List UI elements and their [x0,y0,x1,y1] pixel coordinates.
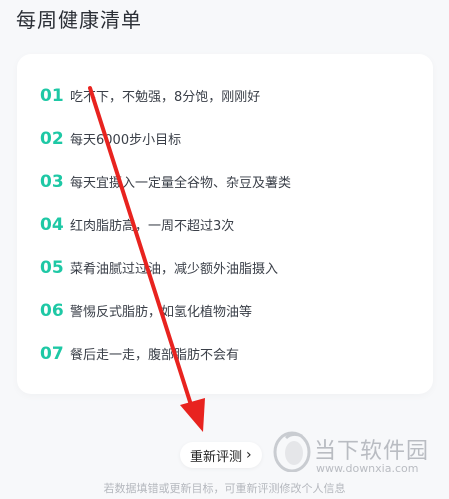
tip-text: 警惕反式脂肪，如氢化植物油等 [70,305,253,320]
health-checklist-card: 01 吃不下，不勉强，8分饱，刚刚好 02 每天6000步小目标 03 每天宜摄… [17,54,433,394]
tip-text: 红肉脂肪高，一周不超过3次 [70,219,235,234]
watermark-logo-icon [273,431,311,472]
tip-text: 吃不下，不勉强，8分饱，刚刚好 [70,90,261,105]
watermark-name: 当下软件园 [314,439,430,464]
list-item: 04 红肉脂肪高，一周不超过3次 [40,203,425,246]
tip-number: 07 [40,343,64,364]
list-item: 02 每天6000步小目标 [40,117,425,160]
list-item: 03 每天宜摄入一定量全谷物、杂豆及薯类 [40,160,425,203]
tip-number: 01 [40,85,64,106]
list-item: 07 餐后走一走，腹部脂肪不会有 [40,332,425,375]
retest-button-label: 重新评测 [190,449,243,465]
tip-number: 04 [40,214,64,235]
tip-number: 03 [40,171,64,192]
list-item: 05 菜肴油腻过过油，减少额外油脂摄入 [40,246,425,289]
page-title: 每周健康清单 [16,8,142,32]
tip-number: 06 [40,300,64,321]
watermark-url: www.downxia.com [316,462,419,475]
list-item: 06 警惕反式脂肪，如氢化植物油等 [40,289,425,332]
list-item: 01 吃不下，不勉强，8分饱，刚刚好 [40,74,425,117]
tip-text: 每天宜摄入一定量全谷物、杂豆及薯类 [70,176,292,191]
tip-number: 02 [40,128,64,149]
retest-button[interactable]: 重新评测 › [180,442,262,468]
tip-text: 每天6000步小目标 [70,133,182,148]
tip-number: 05 [40,257,64,278]
footer-hint: 若数据填错或更新目标，可重新评测修改个人信息 [103,482,346,495]
site-watermark: 当下软件园 www.downxia.com [272,430,442,482]
tip-text: 菜肴油腻过过油，减少额外油脂摄入 [70,262,279,277]
arrow-head [180,398,205,432]
tip-text: 餐后走一走，腹部脂肪不会有 [70,348,240,363]
tips-list: 01 吃不下，不勉强，8分饱，刚刚好 02 每天6000步小目标 03 每天宜摄… [40,74,425,375]
chevron-right-icon: › [246,447,252,463]
